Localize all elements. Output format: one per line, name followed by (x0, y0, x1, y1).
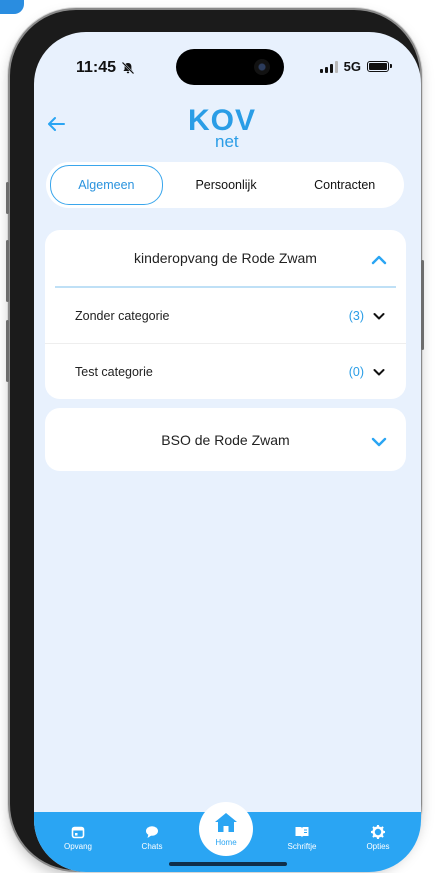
chat-bubble-icon (146, 826, 158, 838)
camera-icon (254, 59, 270, 75)
nav-label: Chats (141, 842, 163, 851)
location-card-bso: BSO de Rode Zwam (45, 408, 406, 471)
category-count: (3) (348, 308, 364, 323)
location-card-kinderopvang: kinderopvang de Rode Zwam Zonder categor… (45, 230, 406, 399)
category-row-test[interactable]: Test categorie (0) (45, 343, 406, 399)
dynamic-island (176, 49, 284, 85)
nav-label: Opvang (63, 842, 93, 851)
tab-algemeen[interactable]: Algemeen (50, 165, 163, 205)
phone-frame: 11:45 5G KOV net Algemeen Persoonlijk Co… (6, 10, 424, 872)
home-indicator (169, 862, 287, 866)
corner-badge (0, 0, 24, 14)
category-label: Zonder categorie (75, 308, 170, 323)
chevron-up-icon[interactable] (370, 251, 388, 269)
power-button (421, 260, 424, 350)
nav-label: Opties (366, 842, 390, 851)
app-screen: 11:45 5G KOV net Algemeen Persoonlijk Co… (34, 32, 421, 872)
tab-bar: Algemeen Persoonlijk Contracten (46, 162, 404, 208)
nav-opties[interactable]: Opties (348, 825, 408, 851)
status-indicators: 5G (319, 59, 392, 74)
category-row-zonder[interactable]: Zonder categorie (3) (45, 288, 406, 343)
volume-up-button (6, 240, 9, 302)
nav-home[interactable]: Home (199, 802, 253, 856)
tab-persoonlijk[interactable]: Persoonlijk (171, 166, 282, 204)
status-time: 11:45 (76, 59, 135, 77)
chevron-down-icon[interactable] (370, 433, 388, 451)
logo-sub-text: net (215, 132, 239, 151)
battery-icon (367, 61, 392, 72)
category-count: (0) (348, 364, 364, 379)
back-arrow-icon[interactable] (45, 113, 67, 135)
chevron-down-icon[interactable] (372, 365, 386, 379)
gear-icon (371, 825, 385, 839)
nav-schriftje[interactable]: Schriftje (272, 825, 332, 851)
location-title: kinderopvang de Rode Zwam (134, 250, 317, 266)
bell-muted-icon (121, 61, 135, 75)
nav-opvang[interactable]: Opvang (48, 825, 108, 851)
volume-down-button (6, 320, 9, 382)
category-label: Test categorie (75, 364, 153, 379)
location-header[interactable]: kinderopvang de Rode Zwam (45, 230, 406, 286)
calendar-icon (71, 826, 85, 839)
chevron-down-icon[interactable] (372, 309, 386, 323)
kov-net-logo: KOV net (188, 104, 268, 156)
home-icon (215, 813, 237, 832)
nav-chats[interactable]: Chats (122, 825, 182, 851)
nav-label: Schriftje (287, 842, 317, 851)
status-time-text: 11:45 (76, 59, 117, 76)
network-type: 5G (343, 59, 361, 74)
action-button (6, 182, 9, 214)
location-header[interactable]: BSO de Rode Zwam (45, 408, 406, 471)
nav-label: Home (215, 838, 237, 847)
book-icon (295, 827, 309, 838)
tab-contracten[interactable]: Contracten (289, 166, 400, 204)
location-title: BSO de Rode Zwam (161, 431, 290, 448)
signal-icon (319, 60, 338, 73)
